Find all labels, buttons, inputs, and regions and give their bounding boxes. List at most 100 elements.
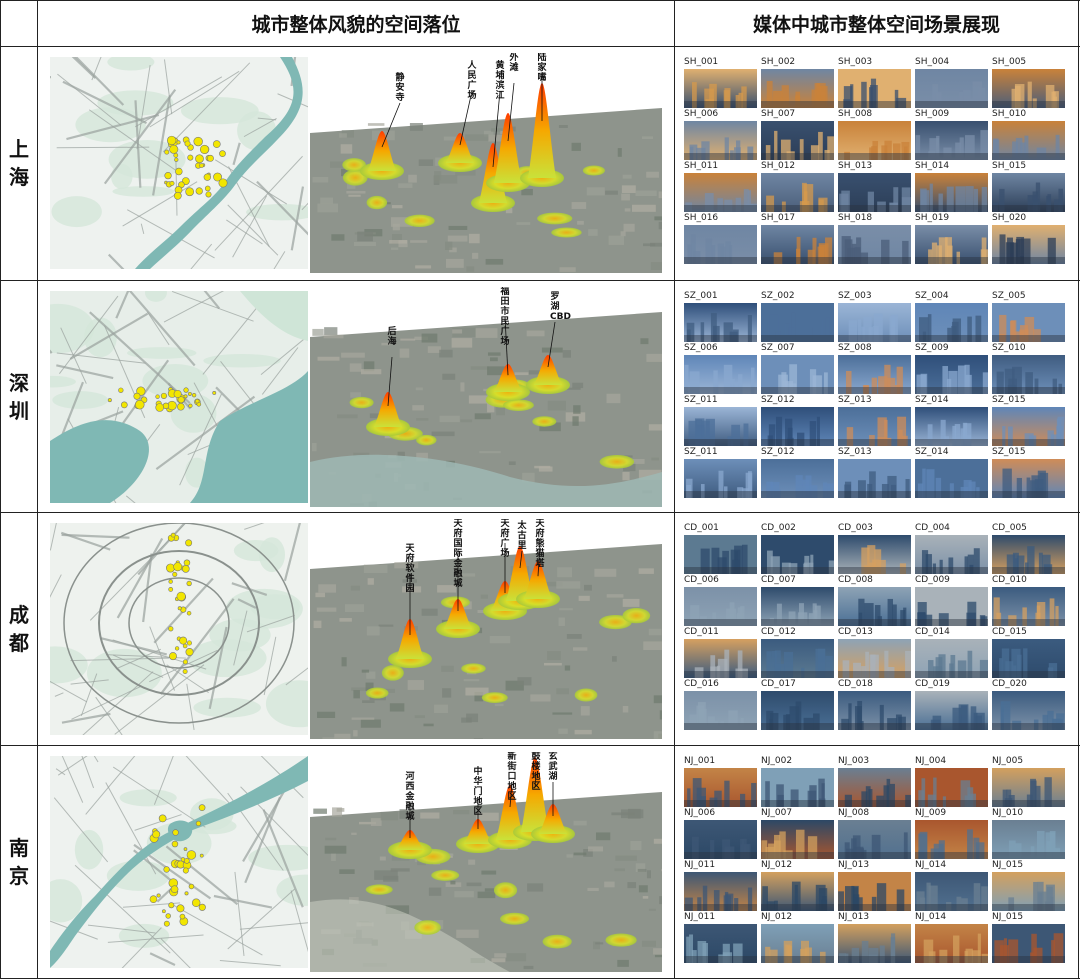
thumbnail[interactable]: SZ_010 — [992, 343, 1065, 394]
thumbnail-image — [838, 121, 911, 160]
thumbnail[interactable]: NJ_013 — [838, 860, 911, 911]
thumbnail[interactable]: CD_006 — [684, 575, 757, 626]
thumbnail[interactable]: SH_014 — [915, 161, 988, 212]
thumbnail[interactable]: NJ_013 — [838, 912, 911, 963]
city-name-char: 深 — [9, 371, 29, 395]
thumbnail[interactable]: CD_004 — [915, 523, 988, 574]
thumbnail[interactable]: NJ_012 — [761, 912, 834, 963]
thumbnail[interactable]: CD_007 — [761, 575, 834, 626]
thumbnail[interactable]: CD_009 — [915, 575, 988, 626]
thumbnail[interactable]: SH_012 — [761, 161, 834, 212]
thumbnail[interactable]: CD_014 — [915, 627, 988, 678]
thumbnail[interactable]: SH_016 — [684, 213, 757, 264]
thumbnail[interactable]: NJ_015 — [992, 860, 1065, 911]
thumbnail[interactable]: CD_010 — [992, 575, 1065, 626]
thumbnail[interactable]: SH_011 — [684, 161, 757, 212]
thumbnail[interactable]: NJ_015 — [992, 912, 1065, 963]
thumbnail[interactable]: SH_004 — [915, 57, 988, 108]
thumbnail[interactable]: SH_003 — [838, 57, 911, 108]
thumbnail[interactable]: SH_017 — [761, 213, 834, 264]
thumbnail[interactable]: NJ_009 — [915, 808, 988, 859]
thumbnail[interactable]: SH_008 — [838, 109, 911, 160]
thumbnail-grid-shenzhen: SZ_001 SZ_002 SZ_003 SZ_004 SZ_005 SZ_00… — [684, 281, 1074, 513]
thumbnail[interactable]: CD_019 — [915, 679, 988, 730]
thumbnail[interactable]: SH_020 — [992, 213, 1065, 264]
thumbnail[interactable]: SZ_014 — [915, 395, 988, 446]
thumbnail-label: SZ_014 — [915, 447, 949, 457]
thumbnail[interactable]: SZ_002 — [761, 291, 834, 342]
thumbnail[interactable]: SZ_015 — [992, 447, 1065, 498]
thumbnail[interactable]: SZ_008 — [838, 343, 911, 394]
thumbnail-image — [838, 459, 911, 498]
thumbnail[interactable]: NJ_011 — [684, 912, 757, 963]
thumbnail-image — [684, 69, 757, 108]
thumbnail[interactable]: SZ_004 — [915, 291, 988, 342]
thumbnail[interactable]: SZ_009 — [915, 343, 988, 394]
thumbnail-image — [838, 407, 911, 446]
thumbnail[interactable]: CD_002 — [761, 523, 834, 574]
thumbnail[interactable]: SZ_015 — [992, 395, 1065, 446]
thumbnail[interactable]: SZ_011 — [684, 447, 757, 498]
thumbnail[interactable]: SH_018 — [838, 213, 911, 264]
thumbnail[interactable]: NJ_004 — [915, 756, 988, 807]
thumbnail[interactable]: CD_018 — [838, 679, 911, 730]
thumbnail[interactable]: SH_002 — [761, 57, 834, 108]
thumbnail[interactable]: SZ_011 — [684, 395, 757, 446]
thumbnail-image — [915, 639, 988, 678]
thumbnail[interactable]: SZ_003 — [838, 291, 911, 342]
thumbnail[interactable]: CD_016 — [684, 679, 757, 730]
thumbnail[interactable]: NJ_008 — [838, 808, 911, 859]
thumbnail[interactable]: SH_010 — [992, 109, 1065, 160]
thumbnail[interactable]: CD_003 — [838, 523, 911, 574]
thumbnail-label: SZ_005 — [992, 291, 1026, 301]
thumbnail[interactable]: NJ_003 — [838, 756, 911, 807]
thumbnail-label: SZ_015 — [992, 395, 1026, 405]
thumbnail[interactable]: NJ_005 — [992, 756, 1065, 807]
thumbnail[interactable]: SZ_001 — [684, 291, 757, 342]
thumbnail[interactable]: CD_017 — [761, 679, 834, 730]
thumbnail[interactable]: CD_008 — [838, 575, 911, 626]
thumbnail-image — [684, 924, 757, 963]
thumbnail[interactable]: SZ_013 — [838, 395, 911, 446]
thumbnail[interactable]: NJ_011 — [684, 860, 757, 911]
peak-label: 天府熊猫塔 — [535, 519, 545, 569]
thumbnail[interactable]: CD_011 — [684, 627, 757, 678]
thumbnail[interactable]: NJ_002 — [761, 756, 834, 807]
thumbnail-label: SH_014 — [915, 161, 950, 171]
thumbnail-label: SH_015 — [992, 161, 1027, 171]
thumbnail-label: NJ_014 — [915, 912, 947, 922]
thumbnail[interactable]: CD_015 — [992, 627, 1065, 678]
thumbnail[interactable]: CD_012 — [761, 627, 834, 678]
thumbnail-image — [838, 872, 911, 911]
thumbnail-image — [684, 535, 757, 574]
thumbnail[interactable]: NJ_012 — [761, 860, 834, 911]
thumbnail[interactable]: SH_019 — [915, 213, 988, 264]
thumbnail-image — [992, 303, 1065, 342]
thumbnail[interactable]: CD_005 — [992, 523, 1065, 574]
thumbnail[interactable]: SH_005 — [992, 57, 1065, 108]
thumbnail[interactable]: SZ_007 — [761, 343, 834, 394]
thumbnail[interactable]: CD_013 — [838, 627, 911, 678]
thumbnail[interactable]: SZ_012 — [761, 395, 834, 446]
thumbnail[interactable]: NJ_007 — [761, 808, 834, 859]
thumbnail[interactable]: NJ_010 — [992, 808, 1065, 859]
thumbnail[interactable]: NJ_014 — [915, 860, 988, 911]
thumbnail[interactable]: NJ_006 — [684, 808, 757, 859]
thumbnail[interactable]: SH_015 — [992, 161, 1065, 212]
thumbnail[interactable]: NJ_014 — [915, 912, 988, 963]
thumbnail[interactable]: SH_013 — [838, 161, 911, 212]
thumbnail[interactable]: SZ_012 — [761, 447, 834, 498]
thumbnail-image — [684, 173, 757, 212]
thumbnail[interactable]: CD_001 — [684, 523, 757, 574]
thumbnail[interactable]: SZ_014 — [915, 447, 988, 498]
thumbnail[interactable]: SZ_006 — [684, 343, 757, 394]
thumbnail[interactable]: SH_006 — [684, 109, 757, 160]
thumbnail[interactable]: SZ_013 — [838, 447, 911, 498]
thumbnail[interactable]: SH_001 — [684, 57, 757, 108]
thumbnail-label: SZ_013 — [838, 395, 872, 405]
thumbnail[interactable]: SH_009 — [915, 109, 988, 160]
thumbnail[interactable]: SZ_005 — [992, 291, 1065, 342]
thumbnail[interactable]: CD_020 — [992, 679, 1065, 730]
thumbnail[interactable]: NJ_001 — [684, 756, 757, 807]
thumbnail[interactable]: SH_007 — [761, 109, 834, 160]
